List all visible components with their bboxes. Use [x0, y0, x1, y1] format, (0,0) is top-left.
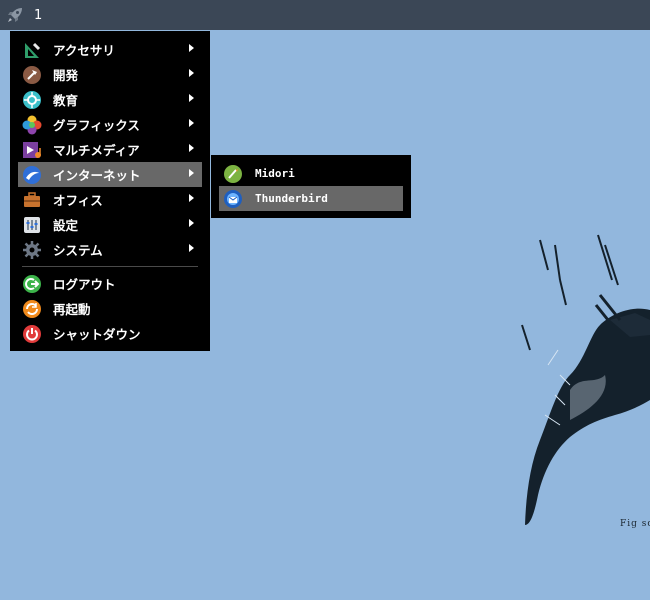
menu-item-label: インターネット: [53, 168, 141, 183]
wallpaper-creature-image: [521, 234, 650, 525]
midori-icon: [223, 164, 243, 184]
menu-item-label: 設定: [53, 218, 79, 233]
office-icon: [22, 190, 42, 210]
menu-item-label: グラフィックス: [53, 118, 140, 133]
internet-submenu: Midori Thunderbird: [211, 155, 411, 218]
shutdown-icon: [22, 324, 42, 344]
system-icon: [22, 240, 42, 260]
menu-item-shutdown[interactable]: シャットダウン: [18, 321, 202, 346]
menu-separator: [22, 266, 198, 267]
logout-icon: [22, 274, 42, 294]
menu-item-reboot[interactable]: 再起動: [18, 296, 202, 321]
submenu-item-label: Thunderbird: [255, 192, 328, 205]
application-launcher-button[interactable]: [0, 0, 30, 30]
graphics-icon: [22, 115, 42, 135]
menu-item-label: オフィス: [53, 193, 103, 208]
menu-item-internet[interactable]: インターネット: [18, 162, 202, 187]
submenu-arrow-icon: [189, 169, 194, 177]
submenu-arrow-icon: [189, 194, 194, 202]
development-icon: [22, 65, 42, 85]
submenu-arrow-icon: [189, 144, 194, 152]
menu-item-development[interactable]: 開発: [18, 62, 202, 87]
accessories-icon: [22, 40, 42, 60]
menu-item-system[interactable]: システム: [18, 237, 202, 262]
menu-item-label: マルチメディア: [53, 143, 140, 158]
submenu-item-midori[interactable]: Midori: [219, 161, 403, 186]
application-menu: アクセサリ 開発 教育 グラフィックス マルチメディア インターネット オフィス…: [10, 31, 210, 351]
menu-item-logout[interactable]: ログアウト: [18, 271, 202, 296]
menu-item-graphics[interactable]: グラフィックス: [18, 112, 202, 137]
rocket-icon: [8, 8, 22, 22]
menu-item-settings[interactable]: 設定: [18, 212, 202, 237]
menu-item-label: 開発: [53, 68, 79, 83]
menu-item-office[interactable]: オフィス: [18, 187, 202, 212]
submenu-arrow-icon: [189, 219, 194, 227]
wallpaper-caption: Fig sc: [620, 519, 650, 529]
submenu-item-thunderbird[interactable]: Thunderbird: [219, 186, 403, 211]
reboot-icon: [22, 299, 42, 319]
menu-item-accessories[interactable]: アクセサリ: [18, 37, 202, 62]
menu-item-label: シャットダウン: [53, 327, 141, 342]
education-icon: [22, 90, 42, 110]
submenu-item-label: Midori: [255, 167, 295, 180]
settings-icon: [22, 215, 42, 235]
taskbar: 1: [0, 0, 650, 30]
submenu-arrow-icon: [189, 44, 194, 52]
submenu-arrow-icon: [189, 69, 194, 77]
thunderbird-icon: [223, 189, 243, 209]
menu-item-label: 教育: [53, 93, 79, 108]
menu-item-multimedia[interactable]: マルチメディア: [18, 137, 202, 162]
menu-item-education[interactable]: 教育: [18, 87, 202, 112]
submenu-arrow-icon: [189, 119, 194, 127]
menu-item-label: アクセサリ: [53, 43, 115, 58]
desktop-number[interactable]: 1: [34, 8, 42, 23]
menu-item-label: 再起動: [53, 302, 91, 317]
internet-icon: [22, 165, 42, 185]
menu-item-label: ログアウト: [53, 277, 116, 292]
submenu-arrow-icon: [189, 94, 194, 102]
submenu-arrow-icon: [189, 244, 194, 252]
menu-item-label: システム: [53, 243, 103, 258]
multimedia-icon: [22, 140, 42, 160]
